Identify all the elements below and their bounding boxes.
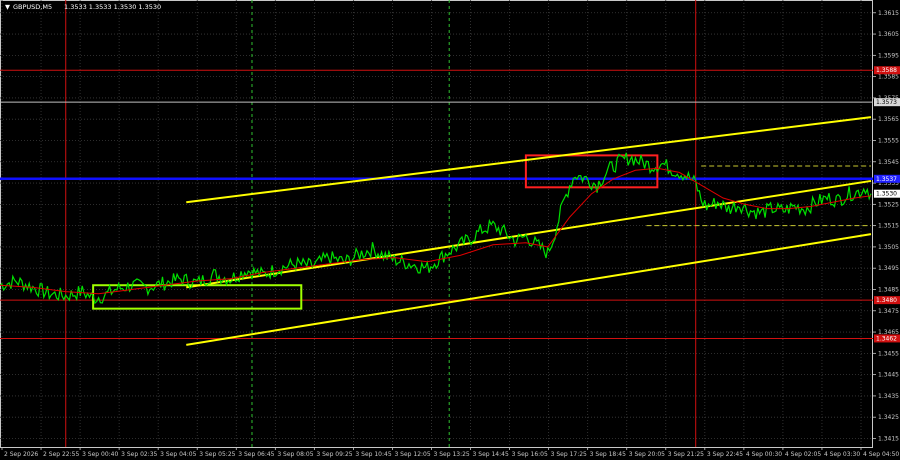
y-tick-label: 1.3585 [878,74,899,81]
x-tick-label: 2 Sep 2026 [4,451,38,458]
y-tick-label: 1.3415 [878,435,899,442]
y-tick-label: 1.3615 [878,10,899,17]
x-tick-label: 3 Sep 21:25 [668,451,704,458]
x-tick-label: 3 Sep 10:45 [355,451,391,458]
chart-header: ▼ GBPUSD,M5 1.3533 1.3533 1.3530 1.3530 [5,3,161,11]
level-label: 1.3537 [876,176,897,183]
y-tick-label: 1.3495 [878,265,899,272]
x-tick-label: 3 Sep 02:35 [121,451,157,458]
level-label: 1.3573 [876,99,897,106]
x-tick-label: 3 Sep 18:45 [590,451,626,458]
y-tick-label: 1.3565 [878,116,899,123]
y-tick-label: 1.3515 [878,223,899,230]
symbol-marker-icon: ▼ [5,3,10,11]
y-tick-label: 1.3525 [878,201,899,208]
x-tick-label: 3 Sep 04:05 [160,451,196,458]
x-tick-label: 4 Sep 03:30 [824,451,860,458]
x-tick-label: 3 Sep 08:05 [277,451,313,458]
x-tick-label: 3 Sep 20:05 [629,451,665,458]
y-tick-label: 1.3555 [878,137,899,144]
x-tick-label: 3 Sep 12:05 [394,451,430,458]
level-label: 1.3588 [876,67,897,74]
x-tick-label: 4 Sep 04:50 [863,451,899,458]
chart-background [0,0,900,460]
y-tick-label: 1.3435 [878,393,899,400]
y-tick-label: 1.3485 [878,286,899,293]
x-tick-label: 3 Sep 00:40 [82,451,118,458]
level-label: 1.3462 [876,335,897,342]
x-tick-label: 4 Sep 02:05 [785,451,821,458]
y-tick-label: 1.3425 [878,414,899,421]
ohlc-readout: 1.3533 1.3533 1.3530 1.3530 [64,3,161,11]
x-tick-label: 3 Sep 05:25 [199,451,235,458]
price-chart[interactable]: 1.36151.36051.35951.35851.35751.35651.35… [0,0,900,460]
y-tick-label: 1.3505 [878,244,899,251]
y-tick-label: 1.3455 [878,350,899,357]
x-tick-label: 3 Sep 14:45 [473,451,509,458]
chart-title: GBPUSD,M5 [13,3,52,11]
y-tick-label: 1.3445 [878,372,899,379]
y-tick-label: 1.3475 [878,308,899,315]
y-tick-label: 1.3595 [878,52,899,59]
price-axis[interactable]: 1.36151.36051.35951.35851.35751.35651.35… [873,10,900,443]
y-tick-label: 1.3605 [878,31,899,38]
x-tick-label: 3 Sep 17:25 [551,451,587,458]
x-tick-label: 3 Sep 06:45 [238,451,274,458]
x-tick-label: 4 Sep 00:30 [746,451,782,458]
x-tick-label: 3 Sep 09:25 [316,451,352,458]
current-price-label: 1.3530 [876,191,897,198]
x-tick-label: 3 Sep 22:45 [707,451,743,458]
x-tick-label: 2 Sep 22:55 [43,451,79,458]
y-tick-label: 1.3545 [878,159,899,166]
x-tick-label: 3 Sep 13:25 [434,451,470,458]
level-label: 1.3480 [876,297,897,304]
x-tick-label: 3 Sep 16:05 [512,451,548,458]
